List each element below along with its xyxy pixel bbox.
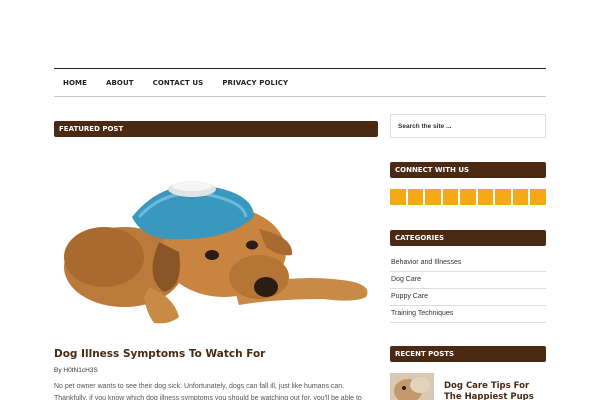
featured-post-image[interactable] — [54, 147, 378, 329]
featured-post-heading: FEATURED POST — [54, 121, 378, 137]
recent-post-thumbnail[interactable] — [390, 373, 434, 400]
search-input[interactable]: Search the site ... — [390, 114, 546, 138]
featured-post-excerpt: No pet owner wants to see their dog sick… — [54, 383, 362, 400]
categories-list: Behavior and Illnesses Dog Care Puppy Ca… — [390, 255, 546, 323]
featured-post-title[interactable]: Dog Illness Symptoms To Watch For — [54, 348, 265, 360]
connect-heading: CONNECT WITH US — [390, 162, 546, 178]
post-byline: By H0tN1cH3S — [54, 367, 98, 374]
categories-heading: CATEGORIES — [390, 230, 546, 246]
nav-about[interactable]: ABOUT — [106, 79, 134, 87]
category-link[interactable]: Training Techniques — [390, 306, 546, 323]
post-author[interactable]: H0tN1cH3S — [63, 367, 97, 374]
social-icon[interactable] — [390, 189, 406, 205]
nav-home[interactable]: HOME — [63, 79, 87, 87]
social-icon[interactable] — [512, 189, 528, 205]
social-icons — [390, 189, 546, 205]
recent-posts-heading: RECENT POSTS — [390, 346, 546, 362]
category-link[interactable]: Behavior and Illnesses — [390, 255, 546, 272]
recent-post-title[interactable]: Dog Care Tips For The Happiest Pups — [444, 381, 548, 400]
social-icon[interactable] — [477, 189, 493, 205]
category-link[interactable]: Dog Care — [390, 272, 546, 289]
nav-privacy-policy[interactable]: PRIVACY POLICY — [222, 79, 288, 87]
main-nav: HOME ABOUT CONTACT US PRIVACY POLICY — [54, 68, 546, 97]
social-icon[interactable] — [460, 189, 476, 205]
social-icon[interactable] — [407, 189, 423, 205]
puppy-thumbnail-image — [390, 373, 434, 400]
byline-prefix: By — [54, 367, 62, 374]
dog-with-ice-pack-illustration — [64, 181, 368, 324]
social-icon[interactable] — [442, 189, 458, 205]
category-link[interactable]: Puppy Care — [390, 289, 546, 306]
nav-contact-us[interactable]: CONTACT US — [153, 79, 204, 87]
social-icon[interactable] — [495, 189, 511, 205]
social-icon[interactable] — [425, 189, 441, 205]
social-icon[interactable] — [530, 189, 546, 205]
